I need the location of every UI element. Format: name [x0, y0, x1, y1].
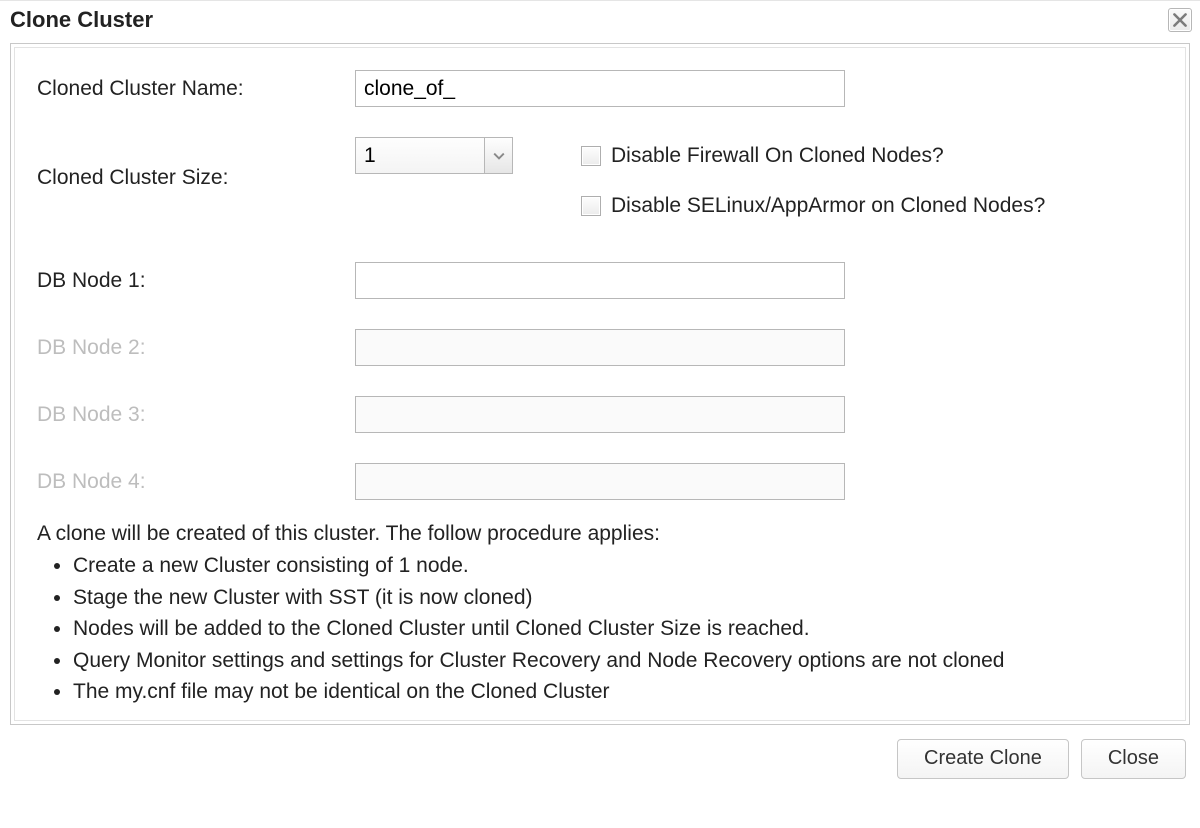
- chevron-down-icon: [493, 152, 505, 160]
- info-block: A clone will be created of this cluster.…: [37, 522, 1163, 708]
- dialog-header: Clone Cluster: [0, 1, 1200, 43]
- cluster-size-dropdown-button[interactable]: [485, 137, 513, 174]
- cloned-cluster-name-label: Cloned Cluster Name:: [37, 77, 339, 101]
- db-nodes-grid: DB Node 1: DB Node 2: DB Node 3: DB Node…: [37, 262, 1163, 500]
- db-node-1-input[interactable]: [355, 262, 845, 299]
- disable-firewall-label: Disable Firewall On Cloned Nodes?: [611, 144, 944, 168]
- info-bullet: Nodes will be added to the Cloned Cluste…: [73, 613, 1163, 645]
- info-bullet: Query Monitor settings and settings for …: [73, 645, 1163, 677]
- info-bullet: The my.cnf file may not be identical on …: [73, 676, 1163, 708]
- db-node-3-input: [355, 396, 845, 433]
- db-node-2-input: [355, 329, 845, 366]
- dialog-body-frame: Cloned Cluster Name: Cloned Cluster Size…: [10, 43, 1190, 725]
- clone-cluster-dialog: Clone Cluster Cloned Cluster Name: Clone…: [0, 0, 1200, 828]
- db-node-3-label: DB Node 3:: [37, 403, 339, 427]
- info-intro: A clone will be created of this cluster.…: [37, 522, 1163, 546]
- db-node-1-label: DB Node 1:: [37, 269, 339, 293]
- cluster-size-input[interactable]: [355, 137, 485, 174]
- create-clone-button[interactable]: Create Clone: [897, 739, 1069, 779]
- disable-selinux-label: Disable SELinux/AppArmor on Cloned Nodes…: [611, 194, 1045, 218]
- info-list: Create a new Cluster consisting of 1 nod…: [37, 550, 1163, 708]
- disable-firewall-checkbox[interactable]: [581, 146, 601, 166]
- db-node-4-input: [355, 463, 845, 500]
- info-bullet: Stage the new Cluster with SST (it is no…: [73, 582, 1163, 614]
- dialog-title: Clone Cluster: [10, 7, 153, 33]
- form-grid-top: Cloned Cluster Name: Cloned Cluster Size…: [37, 70, 1163, 218]
- cluster-size-spinner: [355, 137, 513, 174]
- disable-selinux-checkbox[interactable]: [581, 196, 601, 216]
- close-icon[interactable]: [1168, 8, 1192, 32]
- db-node-4-label: DB Node 4:: [37, 470, 339, 494]
- db-node-2-label: DB Node 2:: [37, 336, 339, 360]
- disable-selinux-row: Disable SELinux/AppArmor on Cloned Nodes…: [581, 194, 1045, 218]
- size-row: Disable Firewall On Cloned Nodes? Disabl…: [355, 137, 1163, 218]
- button-bar: Create Clone Close: [0, 725, 1200, 779]
- close-button[interactable]: Close: [1081, 739, 1186, 779]
- dialog-body: Cloned Cluster Name: Cloned Cluster Size…: [14, 47, 1186, 721]
- cloned-cluster-name-input[interactable]: [355, 70, 845, 107]
- info-bullet: Create a new Cluster consisting of 1 nod…: [73, 550, 1163, 582]
- cloned-cluster-size-label: Cloned Cluster Size:: [37, 166, 339, 190]
- disable-firewall-row: Disable Firewall On Cloned Nodes?: [581, 144, 944, 168]
